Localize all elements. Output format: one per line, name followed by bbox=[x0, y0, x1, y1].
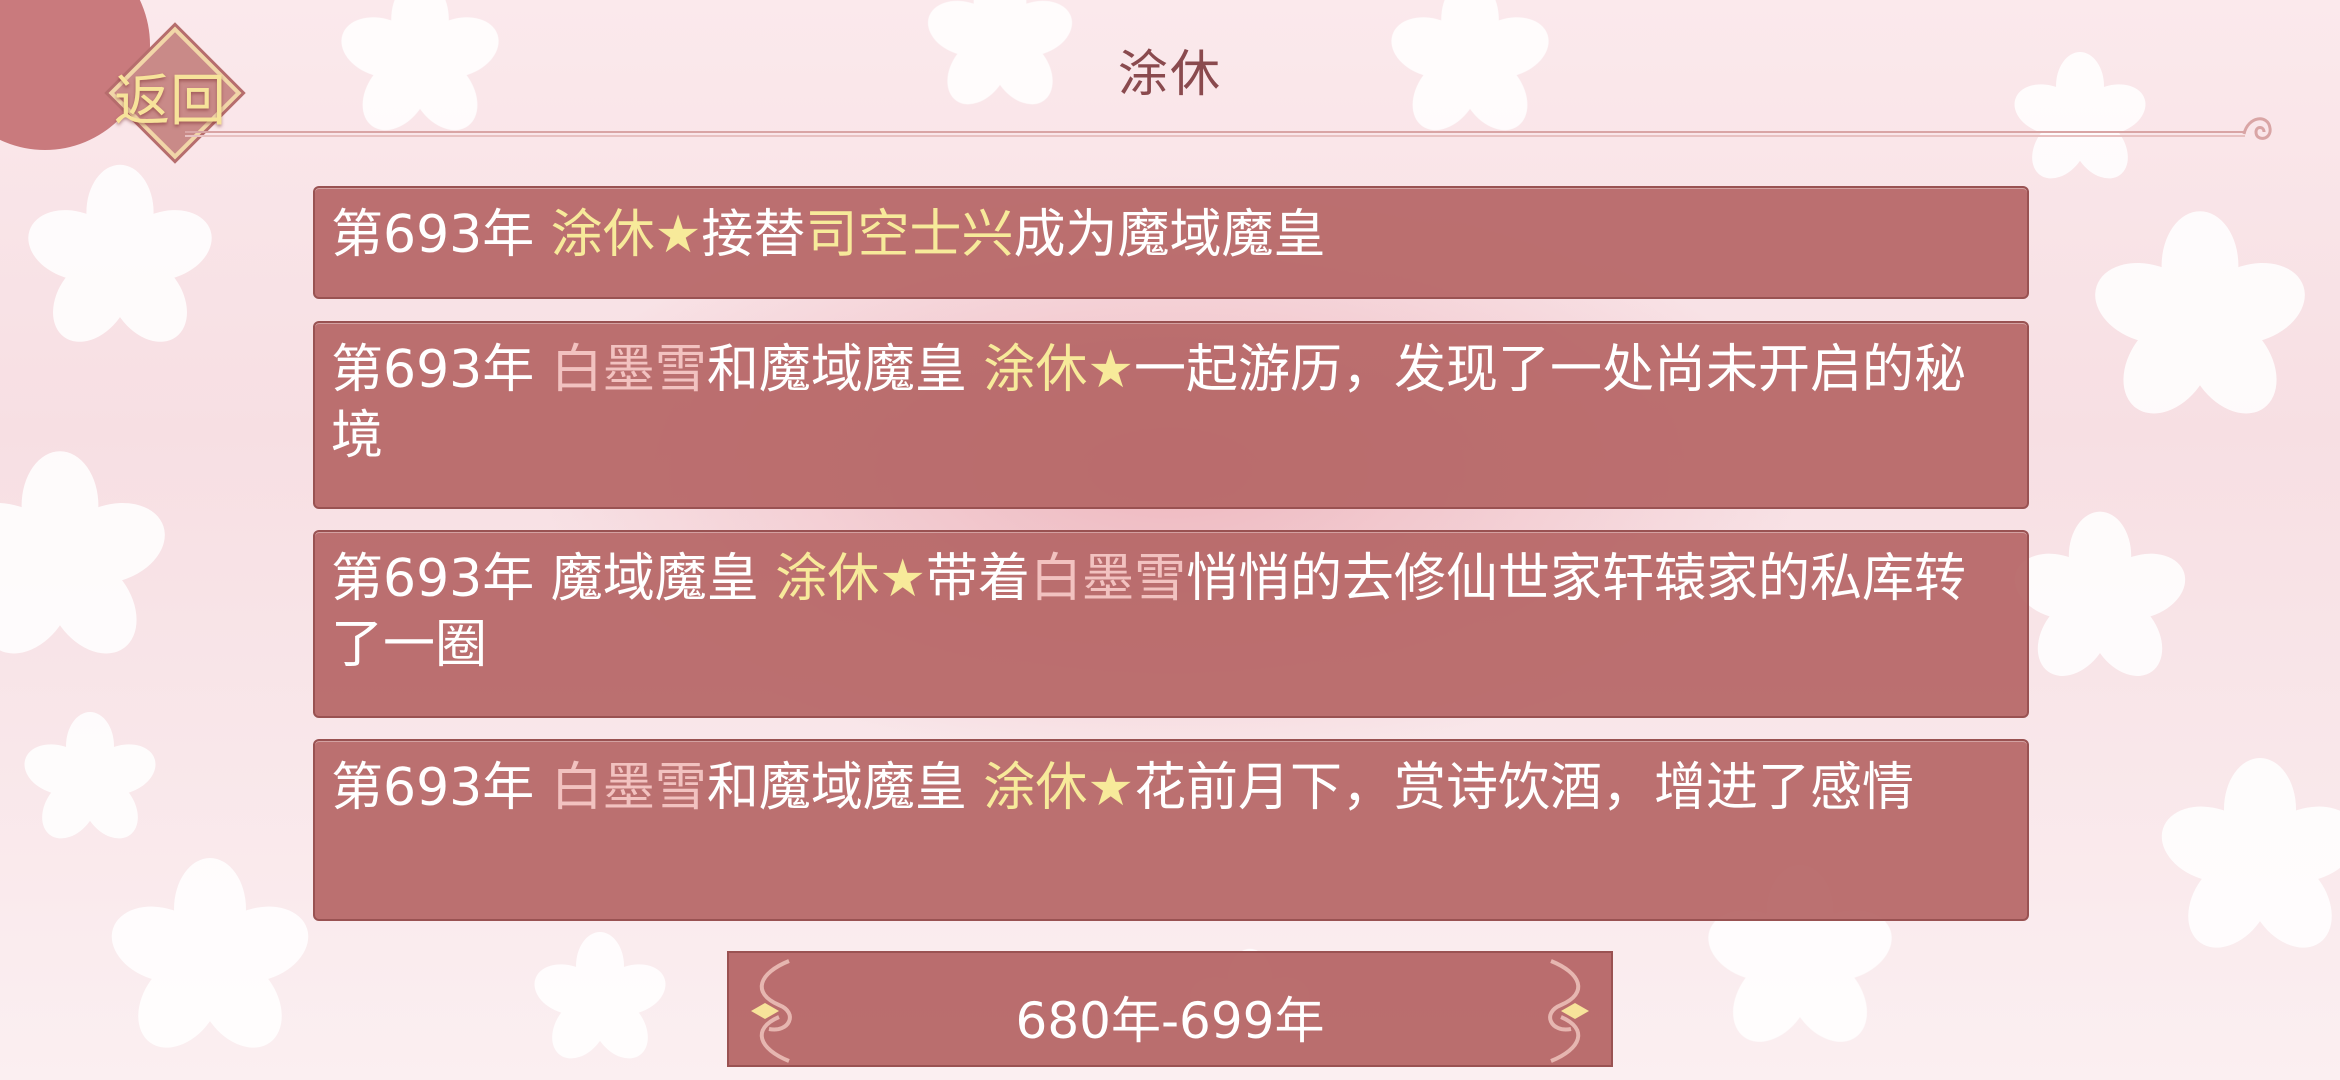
event-text: 接替 bbox=[701, 205, 806, 265]
event-text: 和魔域魔皇 bbox=[706, 340, 984, 400]
divider-swirl-icon bbox=[2242, 117, 2272, 140]
ornate-right-arrow-icon bbox=[1548, 959, 1589, 1063]
event-text: 第693年 bbox=[331, 758, 551, 818]
partner-name-highlight: 白墨雪 bbox=[550, 758, 707, 818]
year-range-label: 680年-699年 bbox=[1015, 992, 1325, 1050]
partner-name-highlight: 白墨雪 bbox=[1029, 549, 1186, 609]
event-entry: 第693年 白墨雪和魔域魔皇 涂休★花前月下，赏诗饮酒，增进了感情 bbox=[313, 739, 2029, 921]
event-entry: 第693年 涂休★接替司空士兴成为魔域魔皇 bbox=[313, 186, 2029, 299]
event-entry: 第693年 魔域魔皇 涂休★带着白墨雪悄悄的去修仙世家轩辕家的私库转了一圈 bbox=[313, 530, 2029, 718]
character-name-highlight: 涂休★ bbox=[983, 340, 1134, 400]
character-name-highlight: 司空士兴 bbox=[805, 205, 1014, 265]
character-name-highlight: 涂休★ bbox=[983, 758, 1134, 818]
year-range-pager: 680年-699年 bbox=[727, 951, 1613, 1067]
event-text: 第693年 bbox=[331, 340, 551, 400]
event-text: 和魔域魔皇 bbox=[706, 758, 984, 818]
character-name-highlight: 涂休★ bbox=[550, 205, 702, 265]
character-name-highlight: 涂休★ bbox=[775, 549, 926, 609]
partner-name-highlight: 白墨雪 bbox=[550, 340, 707, 400]
event-text: 花前月下，赏诗饮酒，增进了感情 bbox=[1133, 758, 1914, 818]
event-text: 成为魔域魔皇 bbox=[1013, 205, 1326, 265]
next-range-button[interactable] bbox=[1511, 953, 1611, 1069]
event-text: 第693年 bbox=[331, 205, 551, 265]
event-text: 第693年 魔域魔皇 bbox=[331, 549, 776, 609]
header-divider bbox=[185, 131, 2245, 137]
page-title: 涂休 bbox=[1118, 45, 1222, 103]
event-entry: 第693年 白墨雪和魔域魔皇 涂休★一起游历，发现了一处尚未开启的秘境 bbox=[313, 321, 2029, 509]
event-text: 带着 bbox=[925, 549, 1030, 609]
